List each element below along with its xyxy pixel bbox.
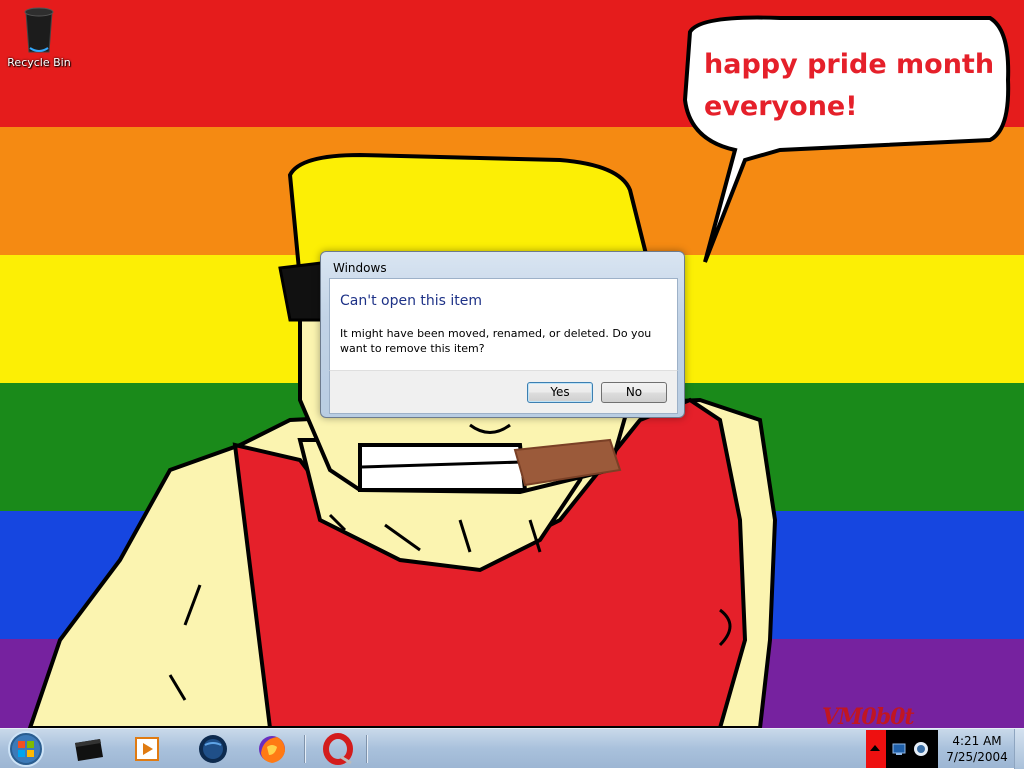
- yes-button[interactable]: Yes: [527, 382, 593, 403]
- show-desktop-button[interactable]: [1014, 729, 1024, 769]
- show-hidden-icons-button[interactable]: [866, 730, 886, 768]
- dialog-content: Can't open this item It might have been …: [329, 278, 678, 372]
- taskbar-separator: [366, 735, 367, 763]
- opera-icon: [323, 733, 353, 765]
- taskbar-media-player[interactable]: [118, 731, 176, 767]
- chevron-up-icon: [870, 745, 880, 751]
- network-icon[interactable]: [892, 742, 908, 756]
- taskbar-globe[interactable]: [184, 731, 242, 767]
- taskbar-separator: [304, 735, 305, 763]
- firefox-icon: [259, 736, 285, 763]
- recycle-bin-icon: [19, 4, 59, 54]
- globe-icon: [199, 735, 227, 763]
- taskbar-firefox[interactable]: [243, 731, 301, 767]
- dialog-message: It might have been moved, renamed, or de…: [340, 327, 652, 355]
- speech-line-2: everyone!: [704, 91, 858, 122]
- volume-icon[interactable]: [913, 741, 929, 757]
- speech-line-1: happy pride month: [704, 49, 995, 80]
- error-dialog: Windows Can't open this item It might ha…: [320, 251, 685, 418]
- desktop-icon-recycle-bin[interactable]: Recycle Bin: [4, 4, 74, 69]
- speech-bubble-text: happy pride month everyone!: [704, 44, 994, 128]
- windows-orb-icon: [8, 731, 44, 767]
- dialog-footer: Yes No: [329, 370, 678, 414]
- no-button[interactable]: No: [601, 382, 667, 403]
- start-button[interactable]: [6, 730, 46, 768]
- dialog-heading: Can't open this item: [340, 293, 483, 309]
- watermark: VM0b0t: [822, 704, 915, 728]
- taskbar-clock[interactable]: 4:21 AM 7/25/2004: [942, 733, 1012, 765]
- computer-icon: [75, 739, 103, 761]
- dialog-title: Windows: [333, 261, 387, 275]
- clock-date: 7/25/2004: [946, 750, 1008, 764]
- desktop-icon-label: Recycle Bin: [7, 56, 71, 69]
- system-tray: 4:21 AM 7/25/2004: [866, 729, 1024, 769]
- taskbar-computer[interactable]: [60, 731, 118, 767]
- taskbar-opera[interactable]: [309, 731, 367, 767]
- tray-icons: [886, 730, 938, 768]
- clock-time: 4:21 AM: [952, 734, 1002, 748]
- media-player-icon: [135, 737, 159, 761]
- taskbar: 4:21 AM 7/25/2004: [0, 728, 1024, 769]
